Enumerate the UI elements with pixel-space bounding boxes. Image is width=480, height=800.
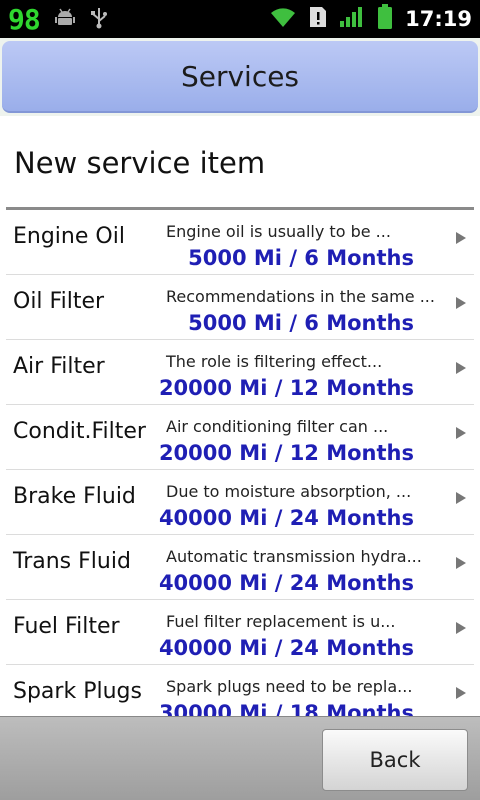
service-interval: 30000 Mi / 18 Months (158, 701, 414, 716)
service-description: Fuel filter replacement is u... (166, 612, 396, 631)
service-name: Fuel Filter (13, 614, 120, 639)
usb-icon (90, 5, 108, 33)
service-name: Brake Fluid (13, 484, 136, 509)
clock-time: 17:19 (405, 7, 472, 31)
app-header: Services (0, 38, 480, 116)
chevron-right-icon (456, 427, 466, 439)
service-name: Condit.Filter (13, 419, 146, 444)
service-name: Trans Fluid (13, 549, 131, 574)
service-name: Oil Filter (13, 289, 105, 314)
chevron-right-icon (456, 492, 466, 504)
service-interval: 5000 Mi / 6 Months (188, 311, 414, 335)
list-item[interactable]: Condit.Filter Air conditioning filter ca… (6, 405, 474, 470)
service-description: Air conditioning filter can ... (166, 417, 389, 436)
service-description: Automatic transmission hydra... (166, 547, 422, 566)
list-item[interactable]: Trans Fluid Automatic transmission hydra… (6, 535, 474, 600)
service-description: The role is filtering effect... (166, 352, 383, 371)
chevron-right-icon (456, 687, 466, 699)
service-interval: 20000 Mi / 12 Months (158, 441, 414, 465)
service-description: Recommendations in the same ... (166, 287, 435, 306)
list-item[interactable]: Engine Oil Engine oil is usually to be .… (6, 210, 474, 275)
footer-bar: Back (0, 716, 480, 800)
service-description: Due to moisture absorption, ... (166, 482, 412, 501)
service-name: Air Filter (13, 354, 105, 379)
service-interval: 20000 Mi / 12 Months (158, 376, 414, 400)
battery-icon (377, 4, 393, 34)
service-description: Engine oil is usually to be ... (166, 222, 391, 241)
chevron-right-icon (456, 297, 466, 309)
battery-level-text: 98 (8, 2, 41, 36)
chevron-right-icon (456, 622, 466, 634)
service-interval: 40000 Mi / 24 Months (158, 571, 414, 595)
chevron-right-icon (456, 557, 466, 569)
service-name: Engine Oil (13, 224, 125, 249)
back-button[interactable]: Back (322, 729, 468, 791)
android-debug-icon (54, 6, 76, 32)
main-content[interactable]: New service item Engine Oil Engine oil i… (0, 116, 480, 716)
list-item[interactable]: Air Filter The role is filtering effect.… (6, 340, 474, 405)
list-item[interactable]: Fuel Filter Fuel filter replacement is u… (6, 600, 474, 665)
title-bar: Services (2, 41, 478, 113)
service-interval: 5000 Mi / 6 Months (188, 246, 414, 270)
service-interval: 40000 Mi / 24 Months (158, 506, 414, 530)
new-service-item-button[interactable]: New service item (14, 146, 265, 180)
service-interval: 40000 Mi / 24 Months (158, 636, 414, 660)
list-item[interactable]: Spark Plugs Spark plugs need to be repla… (6, 665, 474, 716)
chevron-right-icon (456, 232, 466, 244)
list-item[interactable]: Oil Filter Recommendations in the same .… (6, 275, 474, 340)
wifi-icon (269, 6, 297, 32)
page-title: Services (180, 60, 300, 93)
service-name: Spark Plugs (13, 679, 142, 704)
status-bar: 98 17:19 (0, 0, 480, 38)
chevron-right-icon (456, 362, 466, 374)
service-list[interactable]: Engine Oil Engine oil is usually to be .… (6, 210, 474, 716)
list-item[interactable]: Brake Fluid Due to moisture absorption, … (6, 470, 474, 535)
service-description: Spark plugs need to be repla... (166, 677, 413, 696)
signal-icon (339, 6, 365, 32)
alert-icon (309, 6, 327, 32)
